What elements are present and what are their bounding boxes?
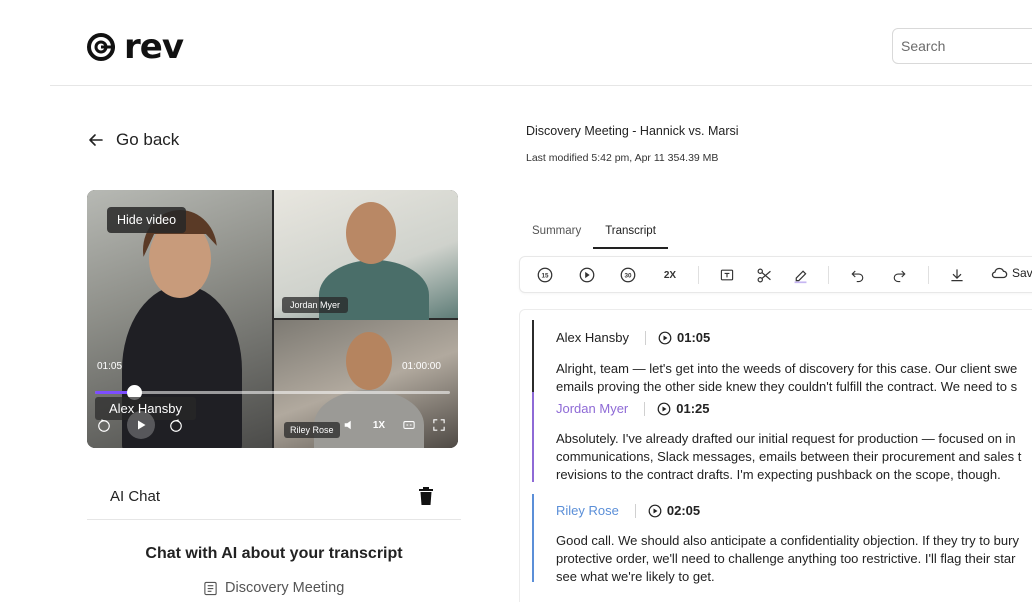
- go-back-link[interactable]: Go back: [88, 130, 179, 150]
- timestamp-button[interactable]: 01:25: [657, 401, 710, 416]
- redo-icon[interactable]: [888, 264, 910, 286]
- participant-head: [346, 202, 396, 264]
- segment-line: Absolutely. I've already drafted our ini…: [556, 431, 1016, 446]
- rewind-15-icon[interactable]: [96, 418, 112, 434]
- save-label: Save: [1012, 266, 1032, 280]
- highlighter-icon[interactable]: [789, 264, 811, 286]
- speaker-name[interactable]: Alex Hansby: [556, 330, 629, 345]
- transcript-segment[interactable]: Jordan Myer 01:25 Absolutely. I've alrea…: [532, 392, 1032, 482]
- toolbar-separator: [828, 266, 829, 284]
- participant-name-tag: Riley Rose: [284, 422, 340, 438]
- transcript-segment[interactable]: Riley Rose 02:05 Good call. We should al…: [532, 494, 1032, 584]
- document-icon: [204, 581, 217, 595]
- volume-icon[interactable]: [342, 418, 356, 432]
- document-title: Discovery Meeting - Hannick vs. Marsi: [526, 124, 739, 138]
- segment-line: see what we're likely to get.: [556, 569, 715, 584]
- ai-chat-label: AI Chat: [110, 488, 161, 505]
- video-player[interactable]: Hide video Jordan Myer 01:05 01:00:00 Al…: [87, 190, 458, 448]
- svg-text:30: 30: [624, 273, 632, 280]
- play-circle-icon: [648, 504, 662, 517]
- svg-text:15: 15: [541, 273, 549, 280]
- rewind-15-icon[interactable]: 15: [534, 264, 556, 286]
- toolbar-separator: [928, 266, 929, 284]
- arrow-left-icon: [89, 134, 103, 146]
- save-button[interactable]: Save: [990, 264, 1032, 282]
- video-progress-bar[interactable]: [95, 385, 450, 400]
- play-circle-icon[interactable]: [576, 264, 598, 286]
- participant-head: [346, 332, 392, 390]
- forward-30-icon[interactable]: [168, 418, 184, 434]
- timestamp-button[interactable]: 01:05: [658, 330, 710, 345]
- ai-chat-header: AI Chat: [87, 484, 461, 520]
- playback-speed-button[interactable]: 2X: [659, 264, 681, 286]
- speaker-name[interactable]: Riley Rose: [556, 503, 619, 518]
- timestamp-label: 01:25: [676, 401, 710, 416]
- transcript-panel: Alex Hansby 01:05 Alright, team — let's …: [519, 309, 1032, 602]
- speaker-name[interactable]: Jordan Myer: [556, 401, 628, 416]
- rev-logo[interactable]: rev: [86, 27, 184, 67]
- toolbar-separator: [698, 266, 699, 284]
- header-divider: [50, 85, 1032, 86]
- captions-icon[interactable]: [402, 418, 416, 432]
- speaker-color-bar: [532, 392, 534, 482]
- ai-chat-heading: Chat with AI about your transcript: [145, 545, 403, 562]
- search-input[interactable]: [892, 28, 1032, 64]
- segment-line: protective order, we'll need to challeng…: [556, 551, 1016, 566]
- download-icon[interactable]: [946, 264, 968, 286]
- rev-logo-mark-icon: [87, 33, 115, 61]
- current-time: 01:05: [97, 361, 123, 372]
- segment-line: communications, Slack messages, emails b…: [556, 449, 1022, 464]
- undo-icon[interactable]: [846, 264, 868, 286]
- document-reference-label: Discovery Meeting: [225, 580, 345, 596]
- document-reference[interactable]: Discovery Meeting: [203, 580, 344, 596]
- segment-line: Alright, team — let's get into the weeds…: [556, 361, 1018, 376]
- brand-name: rev: [124, 27, 184, 67]
- scissors-icon[interactable]: [753, 264, 775, 286]
- speaker-color-bar: [532, 494, 534, 582]
- play-circle-icon: [657, 402, 671, 415]
- play-icon: [138, 420, 146, 430]
- participant-name-tag: Jordan Myer: [282, 297, 349, 313]
- segment-line: revisions to the contract drafts. I'm ex…: [556, 467, 1001, 482]
- transcript-segment[interactable]: Alex Hansby 01:05 Alright, team — let's …: [532, 320, 1032, 394]
- speaker-color-bar: [532, 320, 534, 392]
- cloud-icon: [991, 267, 1008, 279]
- play-button[interactable]: [127, 411, 155, 439]
- view-tabs: Summary Transcript: [520, 220, 668, 249]
- insert-text-icon[interactable]: [716, 264, 738, 286]
- fullscreen-icon[interactable]: [432, 418, 446, 432]
- transcript-toolbar: 15 30 2X Save: [519, 256, 1032, 293]
- document-meta: Last modified 5:42 pm, Apr 11 354.39 MB: [526, 152, 719, 164]
- forward-30-icon[interactable]: 30: [617, 264, 639, 286]
- segment-line: Good call. We should also anticipate a c…: [556, 533, 1019, 548]
- tab-transcript[interactable]: Transcript: [593, 220, 668, 249]
- playback-speed-button[interactable]: 1X: [370, 418, 388, 432]
- trash-icon[interactable]: [417, 486, 435, 506]
- timestamp-button[interactable]: 02:05: [648, 503, 700, 518]
- timestamp-divider: [634, 503, 636, 518]
- timestamp-label: 02:05: [666, 503, 701, 518]
- play-circle-icon: [658, 331, 672, 344]
- go-back-label: Go back: [116, 130, 180, 149]
- timestamp-divider: [644, 401, 646, 416]
- tab-summary[interactable]: Summary: [520, 220, 593, 249]
- timestamp-label: 01:05: [676, 330, 711, 345]
- hide-video-button[interactable]: Hide video: [107, 207, 187, 233]
- total-time: 01:00:00: [402, 361, 441, 372]
- timestamp-divider: [644, 330, 646, 345]
